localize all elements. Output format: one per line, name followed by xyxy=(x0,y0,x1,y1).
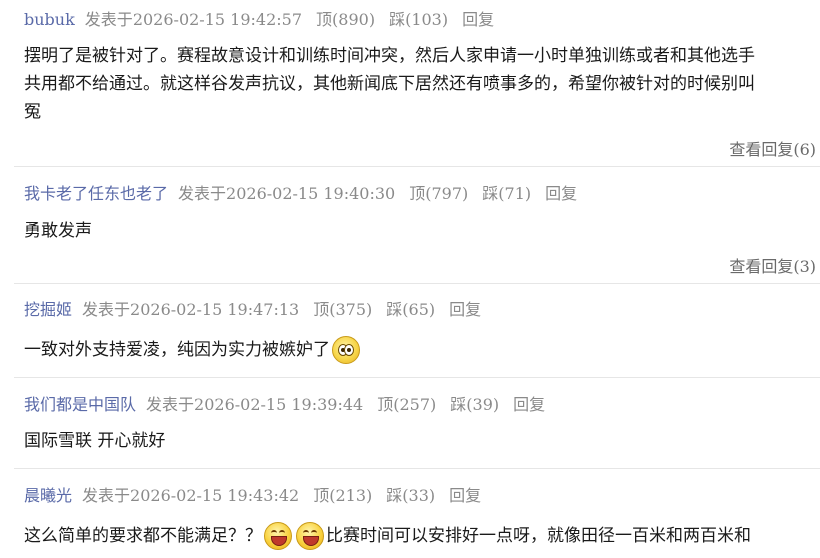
reply-button[interactable]: 回复 xyxy=(449,486,481,505)
posted-label: 发表于 xyxy=(82,300,131,319)
posted-label: 发表于 xyxy=(84,10,133,29)
comment-divider xyxy=(14,283,820,284)
comment-meta: 我卡老了任东也老了 发表于2026-02-15 19:40:30 顶(797) 踩(7… xyxy=(24,184,577,204)
view-replies-link[interactable]: 查看回复(6) xyxy=(729,136,816,160)
comment-username[interactable]: 晨曦光 xyxy=(24,486,72,505)
comment-divider xyxy=(14,468,820,469)
comment-text: 国际雪联 开心就好 xyxy=(24,427,820,455)
comment-divider xyxy=(14,166,820,167)
view-replies-link[interactable]: 查看回复(3) xyxy=(729,253,816,277)
comment-text-line: 摆明了是被针对了。赛程故意设计和训练时间冲突，然后人家申请一小时单独训练或者和其… xyxy=(24,46,755,66)
comment-timestamp: 2026-02-15 19:43:42 xyxy=(130,486,300,505)
grin-emoji-icon xyxy=(264,522,292,550)
comment-timestamp: 2026-02-15 19:47:13 xyxy=(130,300,300,319)
comment-text: 勇敢发声 xyxy=(24,217,820,245)
posted-label: 发表于 xyxy=(82,486,131,505)
comment-username[interactable]: 我卡老了任东也老了 xyxy=(24,184,168,203)
comment-text-line: 冤 xyxy=(24,102,41,122)
downvote-button[interactable]: 踩(103) xyxy=(389,10,448,29)
posted-label: 发表于 xyxy=(146,395,195,414)
comment-text-line: 共用都不给通过。就这样谷发声抗议，其他新闻底下居然还有喷事多的，希望你被针对的时… xyxy=(24,74,755,94)
comment-text-line: 勇敢发声 xyxy=(24,221,92,241)
upvote-button[interactable]: 顶(797) xyxy=(409,184,468,203)
comment-text-line: 一致对外支持爱凌，纯因为实力被嫉妒了 xyxy=(24,340,330,360)
comment-meta: 挖掘姬 发表于2026-02-15 19:47:13 顶(375) 踩(65) 回复 xyxy=(24,300,481,320)
comment-meta: bubuk 发表于2026-02-15 19:42:57 顶(890) 踩(103) 回… xyxy=(24,10,494,30)
reply-button[interactable]: 回复 xyxy=(545,184,577,203)
downvote-button[interactable]: 踩(71) xyxy=(482,184,531,203)
reply-button[interactable]: 回复 xyxy=(513,395,545,414)
comment-timestamp: 2026-02-15 19:42:57 xyxy=(132,10,303,29)
comment-text: 一致对外支持爱凌，纯因为实力被嫉妒了 xyxy=(24,336,820,364)
upvote-button[interactable]: 顶(375) xyxy=(313,300,372,319)
downvote-button[interactable]: 踩(39) xyxy=(450,395,499,414)
comment-meta: 我们都是中国队 发表于2026-02-15 19:39:44 顶(257) 踩(39)… xyxy=(24,395,545,415)
downvote-button[interactable]: 踩(65) xyxy=(386,300,435,319)
posted-label: 发表于 xyxy=(178,184,227,203)
comment-timestamp: 2026-02-15 19:39:44 xyxy=(194,395,364,414)
reply-button[interactable]: 回复 xyxy=(449,300,481,319)
comment-divider xyxy=(14,377,820,378)
wide-eyes-emoji-icon xyxy=(332,336,360,364)
comment-text-line: 国际雪联 开心就好 xyxy=(24,431,166,451)
comment-text-segment: 比赛时间可以安排好一点呀，就像田径一百米和两百米和 xyxy=(326,526,751,546)
upvote-button[interactable]: 顶(213) xyxy=(313,486,372,505)
comment-text-segment: 这么简单的要求都不能满足？？ xyxy=(24,526,262,546)
upvote-button[interactable]: 顶(257) xyxy=(377,395,436,414)
grin-emoji-icon xyxy=(296,522,324,550)
comment-username[interactable]: bubuk xyxy=(24,10,75,29)
comment-timestamp: 2026-02-15 19:40:30 xyxy=(226,184,396,203)
downvote-button[interactable]: 踩(33) xyxy=(386,486,435,505)
comment-username[interactable]: 我们都是中国队 xyxy=(24,395,136,414)
reply-button[interactable]: 回复 xyxy=(462,10,494,29)
comment-username[interactable]: 挖掘姬 xyxy=(24,300,72,319)
comment-text: 摆明了是被针对了。赛程故意设计和训练时间冲突，然后人家申请一小时单独训练或者和其… xyxy=(24,42,820,126)
upvote-button[interactable]: 顶(890) xyxy=(316,10,375,29)
comment-meta: 晨曦光 发表于2026-02-15 19:43:42 顶(213) 踩(33) 回复 xyxy=(24,486,481,506)
comment-text: 这么简单的要求都不能满足？？ 比赛时间可以安排好一点呀，就像田径一百米和两百米和 xyxy=(24,522,820,550)
